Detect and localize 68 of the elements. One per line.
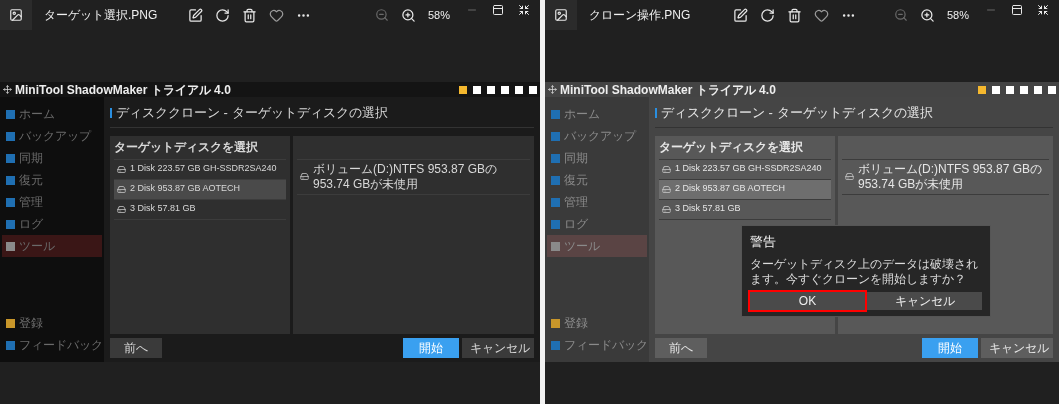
back-button[interactable]: 前へ bbox=[655, 338, 707, 358]
delete-icon[interactable] bbox=[242, 7, 257, 23]
edit-icon[interactable] bbox=[733, 7, 748, 23]
heart-icon[interactable] bbox=[814, 7, 829, 23]
sidebar-item[interactable]: ホーム bbox=[2, 103, 102, 125]
partition-icon bbox=[300, 172, 309, 181]
disk-row[interactable]: 3 Disk 57.81 GB bbox=[114, 199, 286, 220]
heading-accent-bar bbox=[110, 107, 112, 118]
cancel-button[interactable]: キャンセル bbox=[981, 338, 1053, 358]
delete-icon[interactable] bbox=[787, 7, 802, 23]
app-logo-icon bbox=[3, 85, 12, 94]
sidebar-item[interactable]: 登録 bbox=[2, 312, 102, 334]
photo-app-icon[interactable] bbox=[545, 0, 577, 30]
zoom-level: 58% bbox=[427, 7, 450, 23]
sidebar-item[interactable]: フィードバック bbox=[2, 334, 102, 356]
zoom-in-icon[interactable] bbox=[400, 7, 416, 23]
column-header: ターゲットディスクを選択 bbox=[659, 139, 803, 156]
zoom-out-icon[interactable] bbox=[374, 8, 389, 22]
rotate-icon[interactable] bbox=[215, 7, 230, 23]
cancel-button[interactable]: キャンセル bbox=[867, 291, 982, 310]
start-button[interactable]: 開始 bbox=[403, 338, 459, 358]
zoom-level: 58% bbox=[946, 7, 969, 23]
disk-row[interactable]: 1 Disk 223.57 GB GH-SSDR2SA240 bbox=[659, 159, 831, 180]
page-heading: ディスククローン - ターゲットディスクの選択 bbox=[116, 104, 388, 122]
sidebar-item[interactable]: 復元 bbox=[2, 169, 102, 191]
sidebar-item[interactable]: 復元 bbox=[547, 169, 647, 191]
app-logo-icon bbox=[548, 85, 557, 94]
disk-row[interactable]: 1 Disk 223.57 GB GH-SSDR2SA240 bbox=[114, 159, 286, 180]
ok-button[interactable]: OK bbox=[750, 291, 865, 310]
back-button[interactable]: 前へ bbox=[110, 338, 162, 358]
zoom-out-icon[interactable] bbox=[893, 8, 908, 22]
sidebar-item[interactable]: 管理 bbox=[547, 191, 647, 213]
partition-row: ボリューム(D:)NTFS 953.87 GBの953.74 GBが未使用 bbox=[842, 159, 1049, 195]
rotate-icon[interactable] bbox=[760, 7, 775, 23]
app-title: MiniTool ShadowMaker トライアル 4.0 bbox=[560, 83, 776, 96]
photo-app-icon[interactable] bbox=[0, 0, 32, 30]
disk-row[interactable]: 2 Disk 953.87 GB AOTECH bbox=[114, 179, 286, 200]
app-title: MiniTool ShadowMaker トライアル 4.0 bbox=[15, 83, 231, 96]
sidebar-item[interactable]: フィードバック bbox=[547, 334, 647, 356]
sidebar-item[interactable]: ログ bbox=[2, 213, 102, 235]
zoom-in-icon[interactable] bbox=[919, 7, 935, 23]
sidebar-item[interactable]: バックアップ bbox=[2, 125, 102, 147]
sidebar-item[interactable]: バックアップ bbox=[547, 125, 647, 147]
sidebar-item[interactable]: ツール bbox=[547, 235, 647, 257]
restore-icon[interactable] bbox=[492, 4, 504, 16]
page-heading: ディスククローン - ターゲットディスクの選択 bbox=[661, 104, 933, 122]
start-button[interactable]: 開始 bbox=[922, 338, 978, 358]
heading-accent-bar bbox=[655, 107, 657, 118]
sidebar-item[interactable]: ツール bbox=[2, 235, 102, 257]
sidebar-item[interactable]: ログ bbox=[547, 213, 647, 235]
dialog-title: 警告 bbox=[750, 233, 777, 251]
edit-icon[interactable] bbox=[188, 7, 203, 23]
partition-icon bbox=[845, 172, 854, 181]
sidebar-item[interactable]: ホーム bbox=[547, 103, 647, 125]
dialog-message: ターゲットディスク上のデータは破壊されます。今すぐクローンを開始しますか？ bbox=[750, 256, 979, 287]
sidebar-item[interactable]: 登録 bbox=[547, 312, 647, 334]
disk-row[interactable]: 3 Disk 57.81 GB bbox=[659, 199, 831, 220]
column-header: ターゲットディスクを選択 bbox=[114, 139, 258, 156]
sidebar-item[interactable]: 同期 bbox=[2, 147, 102, 169]
file-name: クローン操作.PNG bbox=[589, 7, 692, 24]
sidebar-item[interactable]: 管理 bbox=[2, 191, 102, 213]
disk-row[interactable]: 2 Disk 953.87 GB AOTECH bbox=[659, 179, 831, 200]
heart-icon[interactable] bbox=[269, 7, 284, 23]
restore-icon[interactable] bbox=[1011, 4, 1023, 16]
sidebar-item[interactable]: 同期 bbox=[547, 147, 647, 169]
partition-row: ボリューム(D:)NTFS 953.87 GBの953.74 GBが未使用 bbox=[297, 159, 530, 195]
cancel-button[interactable]: キャンセル bbox=[462, 338, 534, 358]
file-name: ターゲット選択.PNG bbox=[44, 7, 159, 24]
